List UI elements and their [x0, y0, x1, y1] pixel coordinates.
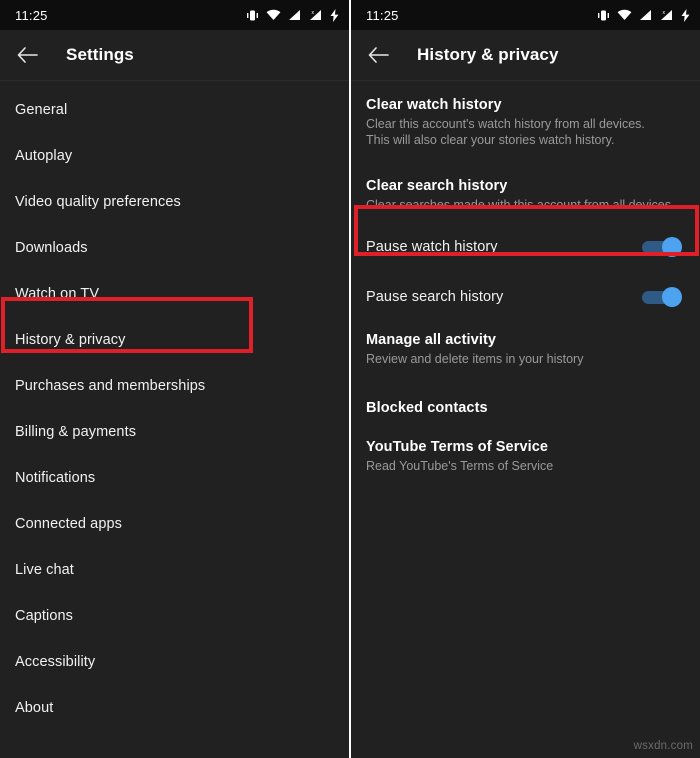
- sidebar-item-history-and-privacy[interactable]: History & privacy: [0, 317, 349, 363]
- toggle-thumb: [662, 237, 682, 257]
- list-item-subtitle: Clear this account's watch history from …: [366, 117, 645, 147]
- sidebar-item-label: Notifications: [15, 470, 96, 486]
- vibrate-icon: [597, 9, 610, 22]
- battery-charging-icon: [330, 8, 339, 22]
- list-item-title: Manage all activity: [366, 332, 497, 348]
- history-privacy-list: Clear watch history Clear this account's…: [351, 81, 700, 483]
- sidebar-item-label: Captions: [15, 608, 74, 624]
- status-icon-group: x: [246, 8, 339, 22]
- signal-bars-no-service-icon: x: [659, 9, 674, 21]
- page-title: Settings: [66, 45, 134, 64]
- list-item-title: Clear watch history: [366, 97, 502, 113]
- sidebar-item-downloads[interactable]: Downloads: [0, 225, 349, 271]
- status-clock: 11:25: [15, 7, 48, 23]
- sidebar-item-label: Purchases and memberships: [15, 378, 206, 394]
- sidebar-item-label: General: [15, 102, 68, 118]
- app-bar-left: Settings: [0, 30, 349, 80]
- right-phone-screen: 11:25 x History & privacy Clear watch hi…: [351, 0, 700, 758]
- sidebar-item-billing-and-payments[interactable]: Billing & payments: [0, 409, 349, 455]
- vibrate-icon: [246, 9, 259, 22]
- list-item-subtitle: Clear searches made with this account fr…: [366, 198, 671, 212]
- list-item-label: Pause search history: [366, 289, 504, 305]
- sidebar-item-label: Autoplay: [15, 148, 73, 164]
- list-item-title: YouTube Terms of Service: [366, 439, 549, 455]
- sidebar-item-accessibility[interactable]: Accessibility: [0, 639, 349, 685]
- status-bar-left: 11:25 x: [0, 0, 349, 30]
- sidebar-item-general[interactable]: General: [0, 87, 349, 133]
- sidebar-item-live-chat[interactable]: Live chat: [0, 547, 349, 593]
- sidebar-item-label: About: [15, 700, 54, 716]
- sidebar-item-video-quality-preferences[interactable]: Video quality preferences: [0, 179, 349, 225]
- sidebar-item-about[interactable]: About: [0, 685, 349, 731]
- sidebar-item-label: Downloads: [15, 240, 88, 256]
- sidebar-item-purchases-and-memberships[interactable]: Purchases and memberships: [0, 363, 349, 409]
- sidebar-item-autoplay[interactable]: Autoplay: [0, 133, 349, 179]
- settings-menu-list: General Autoplay Video quality preferenc…: [0, 81, 349, 731]
- back-arrow-icon[interactable]: [14, 42, 40, 68]
- list-item-pause-watch-history[interactable]: Pause watch history: [351, 222, 700, 272]
- sidebar-item-watch-on-tv[interactable]: Watch on TV: [0, 271, 349, 317]
- toggle-thumb: [662, 287, 682, 307]
- list-item-clear-search-history[interactable]: Clear search history Clear searches made…: [351, 168, 700, 222]
- svg-text:x: x: [312, 10, 315, 16]
- page-title: History & privacy: [417, 45, 559, 64]
- list-item-title: Clear search history: [366, 178, 508, 194]
- list-item-label: Pause watch history: [366, 239, 498, 255]
- app-bar-right: History & privacy: [351, 30, 700, 80]
- sidebar-item-notifications[interactable]: Notifications: [0, 455, 349, 501]
- list-item-youtube-terms-of-service[interactable]: YouTube Terms of Service Read YouTube's …: [351, 429, 700, 483]
- status-icon-group: x: [597, 8, 690, 22]
- list-item-subtitle: Review and delete items in your history: [366, 352, 584, 366]
- status-clock: 11:25: [366, 7, 399, 23]
- signal-bars-no-service-icon: x: [308, 9, 323, 21]
- list-item-blocked-contacts[interactable]: Blocked contacts: [351, 387, 700, 429]
- list-item-title: Blocked contacts: [366, 400, 488, 416]
- back-arrow-icon[interactable]: [365, 42, 391, 68]
- sidebar-item-captions[interactable]: Captions: [0, 593, 349, 639]
- sidebar-item-label: Video quality preferences: [15, 194, 181, 210]
- status-bar-right: 11:25 x: [351, 0, 700, 30]
- list-item-clear-watch-history[interactable]: Clear watch history Clear this account's…: [351, 87, 700, 157]
- dual-screenshot-container: 11:25 x Settings General Autoplay Video …: [0, 0, 700, 758]
- toggle-pause-watch-history[interactable]: [642, 237, 682, 257]
- sidebar-item-label: Live chat: [15, 562, 74, 578]
- toggle-pause-search-history[interactable]: [642, 287, 682, 307]
- watermark: wsxdn.com: [633, 740, 693, 752]
- sidebar-item-label: Connected apps: [15, 516, 123, 532]
- sidebar-item-label: Billing & payments: [15, 424, 137, 440]
- list-item-subtitle: Read YouTube's Terms of Service: [366, 459, 554, 473]
- signal-bars-icon: [639, 9, 652, 21]
- sidebar-item-connected-apps[interactable]: Connected apps: [0, 501, 349, 547]
- list-item-manage-all-activity[interactable]: Manage all activity Review and delete it…: [351, 322, 700, 376]
- list-item-pause-search-history[interactable]: Pause search history: [351, 272, 700, 322]
- sidebar-item-label: Watch on TV: [15, 286, 100, 302]
- wifi-icon: [617, 9, 632, 21]
- battery-charging-icon: [681, 8, 690, 22]
- signal-bars-icon: [288, 9, 301, 21]
- wifi-icon: [266, 9, 281, 21]
- sidebar-item-label: Accessibility: [15, 654, 96, 670]
- sidebar-item-label: History & privacy: [15, 332, 126, 348]
- svg-text:x: x: [663, 10, 666, 16]
- left-phone-screen: 11:25 x Settings General Autoplay Video …: [0, 0, 349, 758]
